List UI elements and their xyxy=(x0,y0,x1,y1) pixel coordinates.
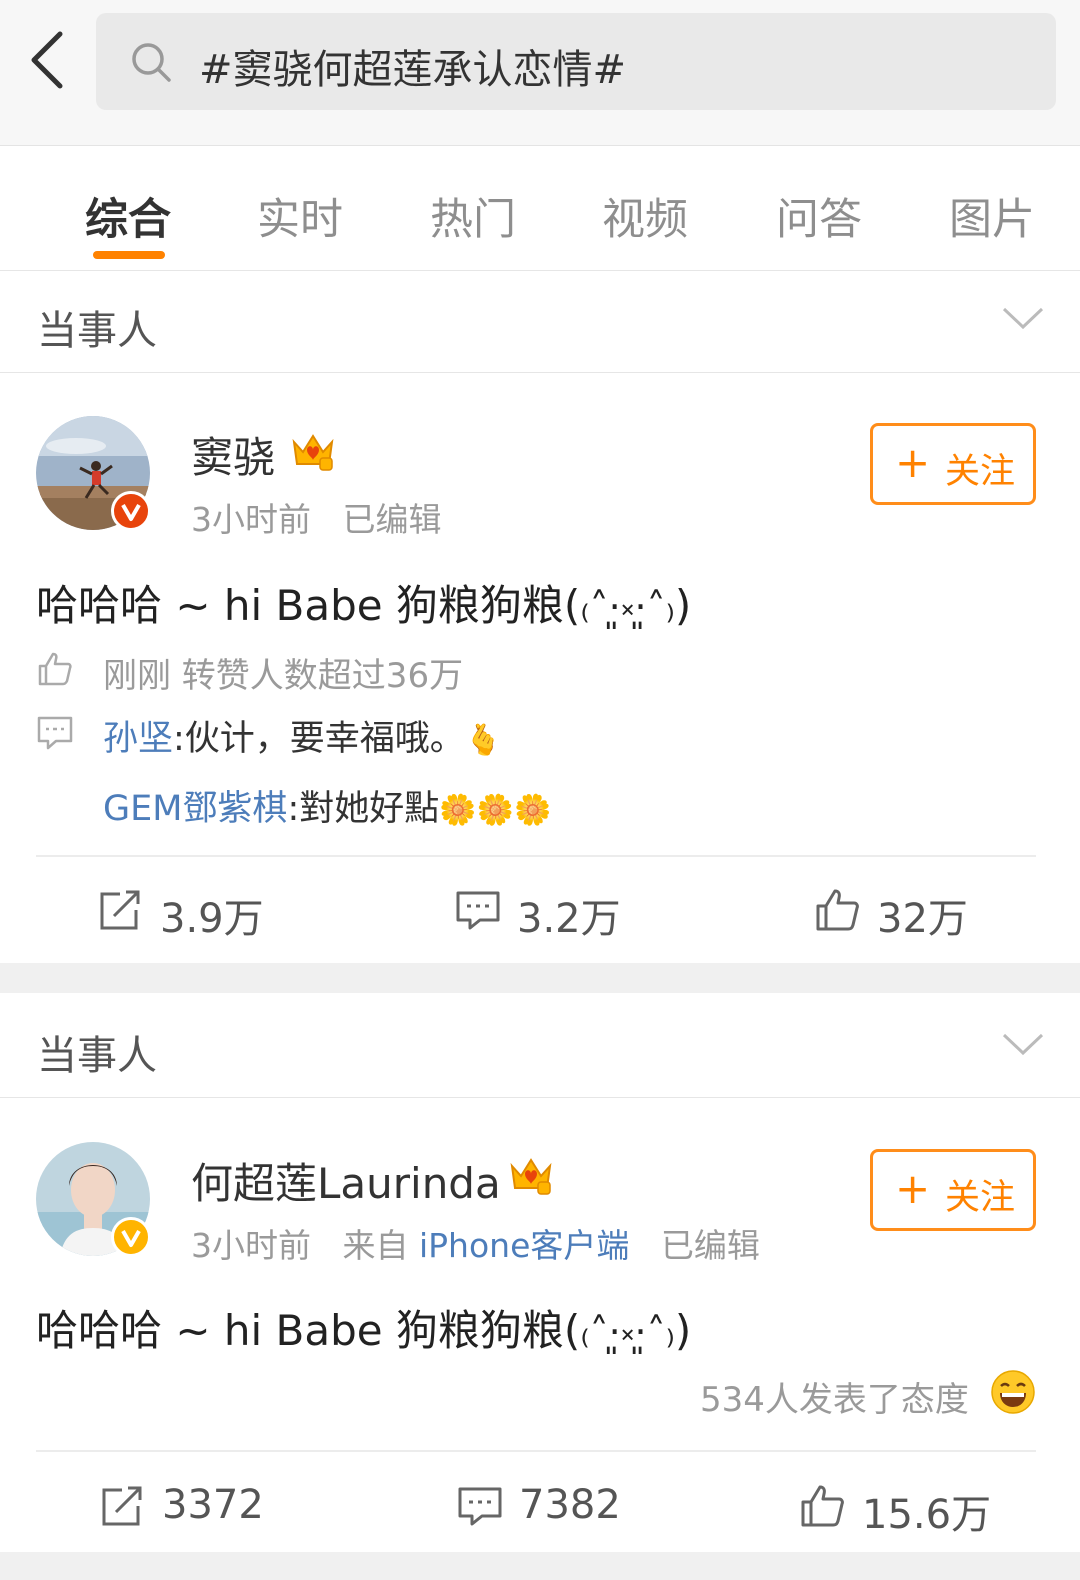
tab-bar: 综合 实时 热门 视频 问答 图片 xyxy=(0,147,1080,271)
section-gap xyxy=(0,963,1080,993)
post-time: 3小时前 xyxy=(191,1226,311,1265)
comment-button[interactable]: 7382 xyxy=(457,1482,657,1532)
commenter-name[interactable]: GEM鄧紫棋 xyxy=(103,789,287,829)
comment-button[interactable]: 3.2万 xyxy=(455,886,655,942)
section-title: 当事人 xyxy=(37,308,157,354)
comment-item: GEM鄧紫棋:對她好點🌼🌼🌼 xyxy=(103,780,551,831)
tab-comprehensive[interactable]: 综合 xyxy=(85,185,171,247)
interaction-summary: 刚刚 转赞人数超过36万 xyxy=(103,656,464,696)
chevron-down-icon[interactable] xyxy=(1000,1029,1046,1061)
comment-count: 3.2万 xyxy=(517,896,621,942)
source-prefix: 来自 xyxy=(342,1226,409,1265)
kaomoji: ₍˄·͈༝·͈˄₎ xyxy=(580,1310,675,1354)
section-gap xyxy=(0,1552,1080,1580)
post-text-body: 哈哈哈 ~ hi Babe 狗粮狗粮( xyxy=(36,1306,581,1355)
follow-label: 关注 xyxy=(945,452,1016,492)
post-meta: 3小时前 来自 iPhone客户端 已编辑 xyxy=(191,1219,760,1267)
comment-icon xyxy=(37,716,73,750)
post-text-end: ) xyxy=(674,1306,692,1355)
thumbs-up-icon xyxy=(816,889,859,931)
repost-icon xyxy=(102,1486,142,1526)
repost-button[interactable]: 3372 xyxy=(100,1482,300,1532)
verified-badge-icon xyxy=(111,491,151,531)
finger-heart-emoji: 🫰 xyxy=(464,723,503,758)
back-arrow-icon[interactable] xyxy=(20,24,80,96)
active-tab-indicator xyxy=(93,251,165,259)
comment-text: :伙计，要幸福哦。 xyxy=(173,719,465,759)
username[interactable]: 何超莲Laurinda xyxy=(191,1150,501,1211)
reactions-summary[interactable]: 534人发表了态度 xyxy=(700,1372,969,1421)
comment-text: :對她好點 xyxy=(287,789,440,829)
tab-realtime[interactable]: 实时 xyxy=(257,185,343,247)
tab-images[interactable]: 图片 xyxy=(949,185,1035,247)
comment-icon xyxy=(458,1487,502,1526)
edited-label: 已编辑 xyxy=(342,500,442,539)
top-bar: #窦骁何超莲承认恋情# xyxy=(0,0,1080,146)
follow-label: 关注 xyxy=(945,1178,1016,1218)
like-button[interactable]: 15.6万 xyxy=(800,1482,1020,1538)
kaomoji: ₍˄·͈༝·͈˄₎ xyxy=(580,585,675,629)
thumbs-up-icon xyxy=(801,1485,844,1527)
follow-button[interactable]: + 关注 xyxy=(870,423,1036,505)
plus-icon: + xyxy=(895,1164,931,1213)
repost-icon xyxy=(100,890,140,930)
repost-button[interactable]: 3.9万 xyxy=(98,886,298,942)
post-text-end: ) xyxy=(674,581,692,630)
search-icon xyxy=(132,43,171,82)
crown-icon xyxy=(292,434,334,471)
section-header: 当事人 xyxy=(0,271,1080,373)
divider xyxy=(36,1450,1036,1452)
tab-hot[interactable]: 热门 xyxy=(430,185,516,247)
crown-icon xyxy=(510,1158,552,1195)
commenter-name[interactable]: 孙坚 xyxy=(103,719,173,759)
repost-count: 3372 xyxy=(162,1482,264,1528)
thumbs-up-icon xyxy=(38,652,72,686)
like-count: 32万 xyxy=(877,896,968,942)
source-link[interactable]: iPhone客户端 xyxy=(419,1226,629,1265)
comment-item: 孙坚:伙计，要幸福哦。🫰 xyxy=(103,710,502,761)
chevron-down-icon[interactable] xyxy=(1000,303,1046,335)
follow-button[interactable]: + 关注 xyxy=(870,1149,1036,1231)
flower-emoji: 🌼🌼🌼 xyxy=(439,793,552,828)
divider xyxy=(36,855,1036,857)
like-count: 15.6万 xyxy=(862,1492,992,1538)
tab-video[interactable]: 视频 xyxy=(602,185,688,247)
section-title: 当事人 xyxy=(37,1033,157,1079)
username[interactable]: 窦骁 xyxy=(191,424,275,485)
verified-badge-icon xyxy=(111,1217,151,1257)
comment-icon xyxy=(456,891,500,930)
laughing-face-icon xyxy=(991,1370,1035,1414)
repost-count: 3.9万 xyxy=(160,896,264,942)
post-text: 哈哈哈 ~ hi Babe 狗粮狗粮(₍˄·͈༝·͈˄₎) xyxy=(36,1290,691,1397)
search-input[interactable]: #窦骁何超莲承认恋情# xyxy=(96,13,1056,110)
like-button[interactable]: 32万 xyxy=(815,886,1015,942)
section-header: 当事人 xyxy=(0,993,1080,1098)
post-text-body: 哈哈哈 ~ hi Babe 狗粮狗粮( xyxy=(36,581,581,630)
post-time: 3小时前 xyxy=(191,500,311,539)
search-query: #窦骁何超莲承认恋情# xyxy=(199,47,627,93)
post-meta: 3小时前 已编辑 xyxy=(191,493,441,541)
tab-qa[interactable]: 问答 xyxy=(776,185,862,247)
plus-icon: + xyxy=(895,438,931,487)
comment-count: 7382 xyxy=(519,1482,621,1528)
edited-label: 已编辑 xyxy=(660,1226,760,1265)
